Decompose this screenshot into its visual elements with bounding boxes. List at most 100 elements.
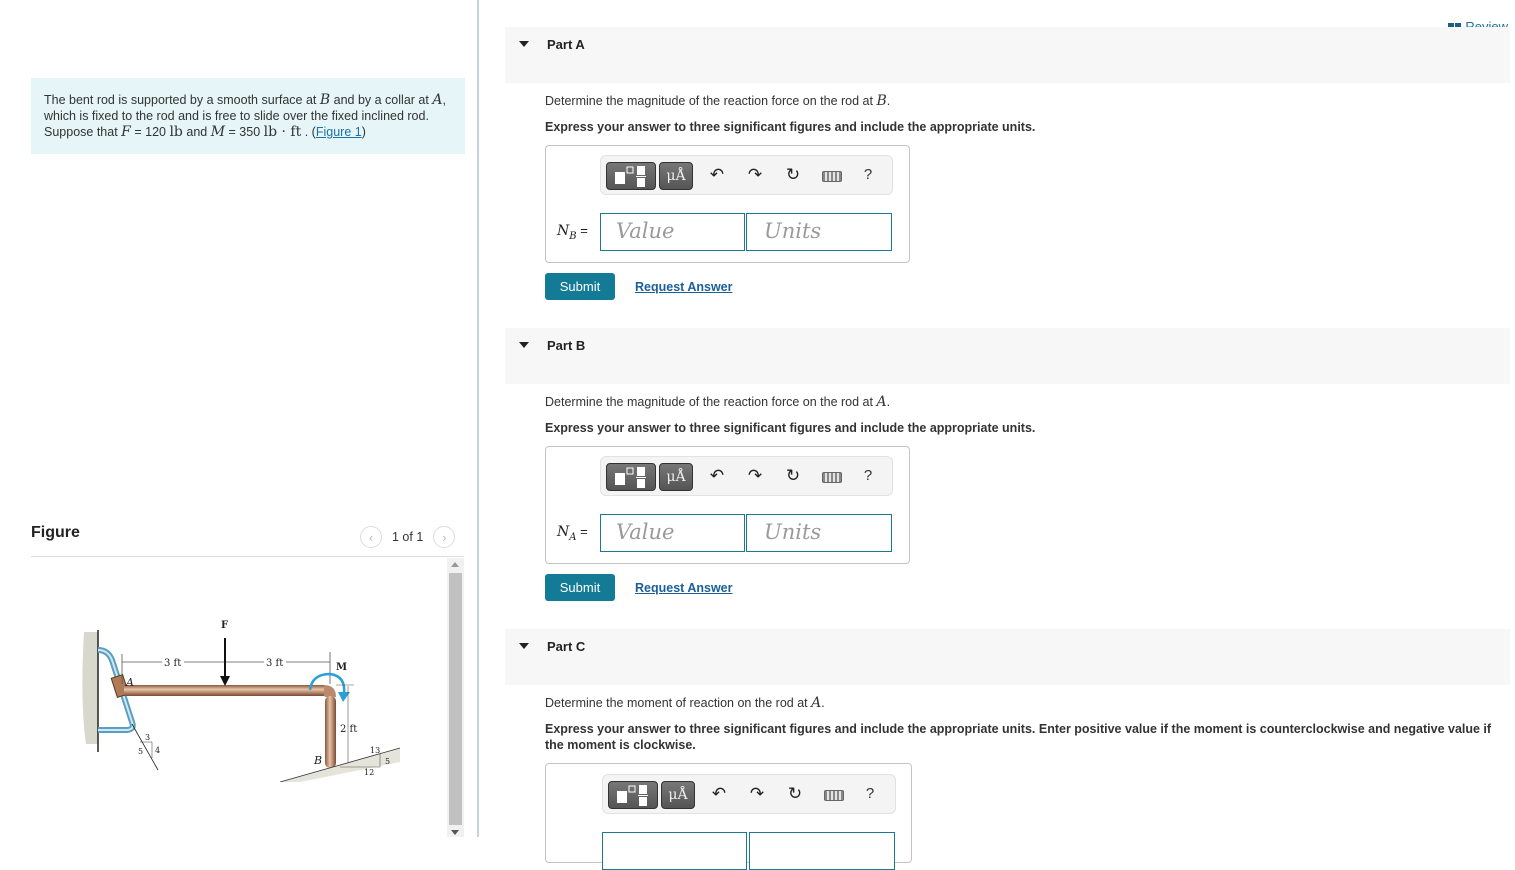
help-icon[interactable]: ? bbox=[858, 165, 878, 185]
part-b-units-input[interactable]: Units bbox=[746, 514, 892, 552]
problem-text: = 120 bbox=[130, 125, 170, 139]
units-mu-icon: μÅ bbox=[666, 469, 686, 485]
part-b-request-answer-link[interactable]: Request Answer bbox=[635, 581, 732, 595]
part-c-units-input[interactable] bbox=[749, 832, 895, 870]
collapse-triangle-icon bbox=[519, 643, 529, 649]
fraction-template-icon bbox=[617, 785, 648, 806]
help-icon[interactable]: ? bbox=[860, 784, 880, 804]
problem-text: . ( bbox=[301, 125, 316, 139]
part-c-instruction: Express your answer to three significant… bbox=[545, 722, 1492, 752]
pane-divider[interactable] bbox=[477, 0, 479, 837]
undo-icon[interactable]: ↶ bbox=[707, 165, 727, 185]
math-toolbar: μÅ ↶ ↷ ↻ ? bbox=[600, 456, 893, 496]
fraction-template-button[interactable] bbox=[606, 463, 656, 491]
units-button[interactable]: μÅ bbox=[659, 463, 693, 491]
bent-rod-figure: 3 ft 3 ft F M 2 ft B 13 12 5 A 3 4 5 bbox=[82, 620, 401, 782]
collapse-triangle-icon bbox=[519, 342, 529, 348]
math-variable: M bbox=[210, 124, 226, 140]
part-a-label: Part A bbox=[547, 37, 585, 52]
fraction-template-button[interactable] bbox=[606, 162, 656, 190]
slope-a-4: 4 bbox=[155, 746, 160, 755]
help-icon[interactable]: ? bbox=[858, 466, 878, 486]
keyboard-icon[interactable] bbox=[822, 472, 842, 483]
reset-icon[interactable]: ↻ bbox=[783, 466, 803, 486]
part-a-header[interactable]: Part A bbox=[505, 27, 1510, 83]
figure-divider bbox=[31, 556, 464, 557]
math-toolbar: μÅ ↶ ↷ ↻ ? bbox=[600, 155, 893, 195]
vertical-rod bbox=[325, 696, 336, 768]
fraction-template-icon bbox=[615, 467, 646, 488]
part-b-answer-box: μÅ ↶ ↷ ↻ ? NA = Value Units bbox=[545, 446, 910, 564]
scroll-thumb[interactable] bbox=[449, 573, 462, 825]
figure-link[interactable]: Figure 1 bbox=[316, 125, 362, 139]
figure-scrollbar[interactable] bbox=[447, 558, 464, 837]
slope-b-12: 12 bbox=[364, 768, 374, 777]
rod-bend bbox=[324, 685, 336, 697]
horizontal-rod bbox=[124, 685, 324, 696]
point-a-label: A bbox=[125, 676, 134, 689]
force-label: F bbox=[221, 620, 228, 631]
reset-icon[interactable]: ↻ bbox=[785, 784, 805, 804]
part-a-variable-label: NB = bbox=[557, 223, 588, 242]
slope-b-5: 5 bbox=[385, 757, 390, 766]
units-button[interactable]: μÅ bbox=[661, 781, 695, 809]
part-a-question: Determine the magnitude of the reaction … bbox=[545, 93, 891, 109]
part-c-header[interactable]: Part C bbox=[505, 629, 1510, 685]
part-c-label: Part C bbox=[547, 639, 586, 654]
part-a-answer-box: μÅ ↶ ↷ ↻ ? NB = Value Units bbox=[545, 145, 910, 263]
figure-next-button[interactable]: › bbox=[433, 526, 456, 548]
scroll-up-arrow-icon[interactable] bbox=[451, 562, 459, 567]
reset-icon[interactable]: ↻ bbox=[783, 165, 803, 185]
dim-left-label: 3 ft bbox=[164, 658, 181, 669]
math-toolbar: μÅ ↶ ↷ ↻ ? bbox=[602, 774, 896, 814]
math-variable: B bbox=[319, 92, 331, 108]
part-b-instruction: Express your answer to three significant… bbox=[545, 421, 1036, 435]
dim-vertical-label: 2 ft bbox=[340, 724, 357, 735]
scroll-down-arrow-icon[interactable] bbox=[451, 830, 459, 835]
part-c-value-input[interactable] bbox=[602, 832, 747, 870]
figure-prev-button[interactable]: ‹ bbox=[360, 526, 382, 548]
part-b-submit-button[interactable]: Submit bbox=[545, 574, 615, 601]
redo-icon[interactable]: ↷ bbox=[745, 466, 765, 486]
units-button[interactable]: μÅ bbox=[659, 162, 693, 190]
chevron-right-icon: › bbox=[442, 529, 447, 545]
redo-icon[interactable]: ↷ bbox=[747, 784, 767, 804]
part-b-header[interactable]: Part B bbox=[505, 328, 1510, 384]
undo-icon[interactable]: ↶ bbox=[707, 466, 727, 486]
figure-counter: 1 of 1 bbox=[392, 530, 424, 544]
figure-title: Figure bbox=[31, 524, 80, 541]
keyboard-icon[interactable] bbox=[822, 171, 842, 182]
part-a-units-input[interactable]: Units bbox=[746, 213, 892, 251]
part-a-submit-button[interactable]: Submit bbox=[545, 273, 615, 300]
fraction-template-icon bbox=[615, 166, 646, 187]
part-a-request-answer-link[interactable]: Request Answer bbox=[635, 280, 732, 294]
part-a-instruction: Express your answer to three significant… bbox=[545, 120, 1036, 134]
slope-a-5: 5 bbox=[138, 747, 143, 756]
problem-pane: The bent rod is supported by a smooth su… bbox=[0, 0, 478, 837]
problem-text: The bent rod is supported by a smooth su… bbox=[44, 93, 320, 107]
problem-text: and bbox=[182, 125, 211, 139]
math-variable: F bbox=[121, 124, 131, 140]
part-a-value-input[interactable]: Value bbox=[600, 213, 745, 251]
math-variable: A bbox=[432, 92, 443, 108]
unit-text: lb bbox=[169, 124, 183, 140]
undo-icon[interactable]: ↶ bbox=[709, 784, 729, 804]
problem-statement: The bent rod is supported by a smooth su… bbox=[31, 78, 465, 154]
problem-text: ) bbox=[361, 125, 366, 139]
unit-text: lb · ft bbox=[263, 124, 302, 140]
fraction-template-button[interactable] bbox=[608, 781, 658, 809]
part-b-body: Determine the magnitude of the reaction … bbox=[545, 394, 1505, 436]
redo-icon[interactable]: ↷ bbox=[745, 165, 765, 185]
point-b-label: B bbox=[313, 754, 322, 767]
part-b-value-input[interactable]: Value bbox=[600, 514, 745, 552]
problem-text: and by a collar at bbox=[330, 93, 433, 107]
part-b-label: Part B bbox=[547, 338, 586, 353]
keyboard-icon[interactable] bbox=[824, 790, 844, 801]
units-mu-icon: μÅ bbox=[668, 787, 688, 803]
slope-a-3: 3 bbox=[145, 733, 150, 742]
collapse-triangle-icon bbox=[519, 41, 529, 47]
part-c-body: Determine the moment of reaction on the … bbox=[545, 695, 1505, 753]
units-mu-icon: μÅ bbox=[666, 168, 686, 184]
figure-navigation: ‹ 1 of 1 › bbox=[360, 526, 456, 548]
part-a-body: Determine the magnitude of the reaction … bbox=[545, 93, 1505, 135]
